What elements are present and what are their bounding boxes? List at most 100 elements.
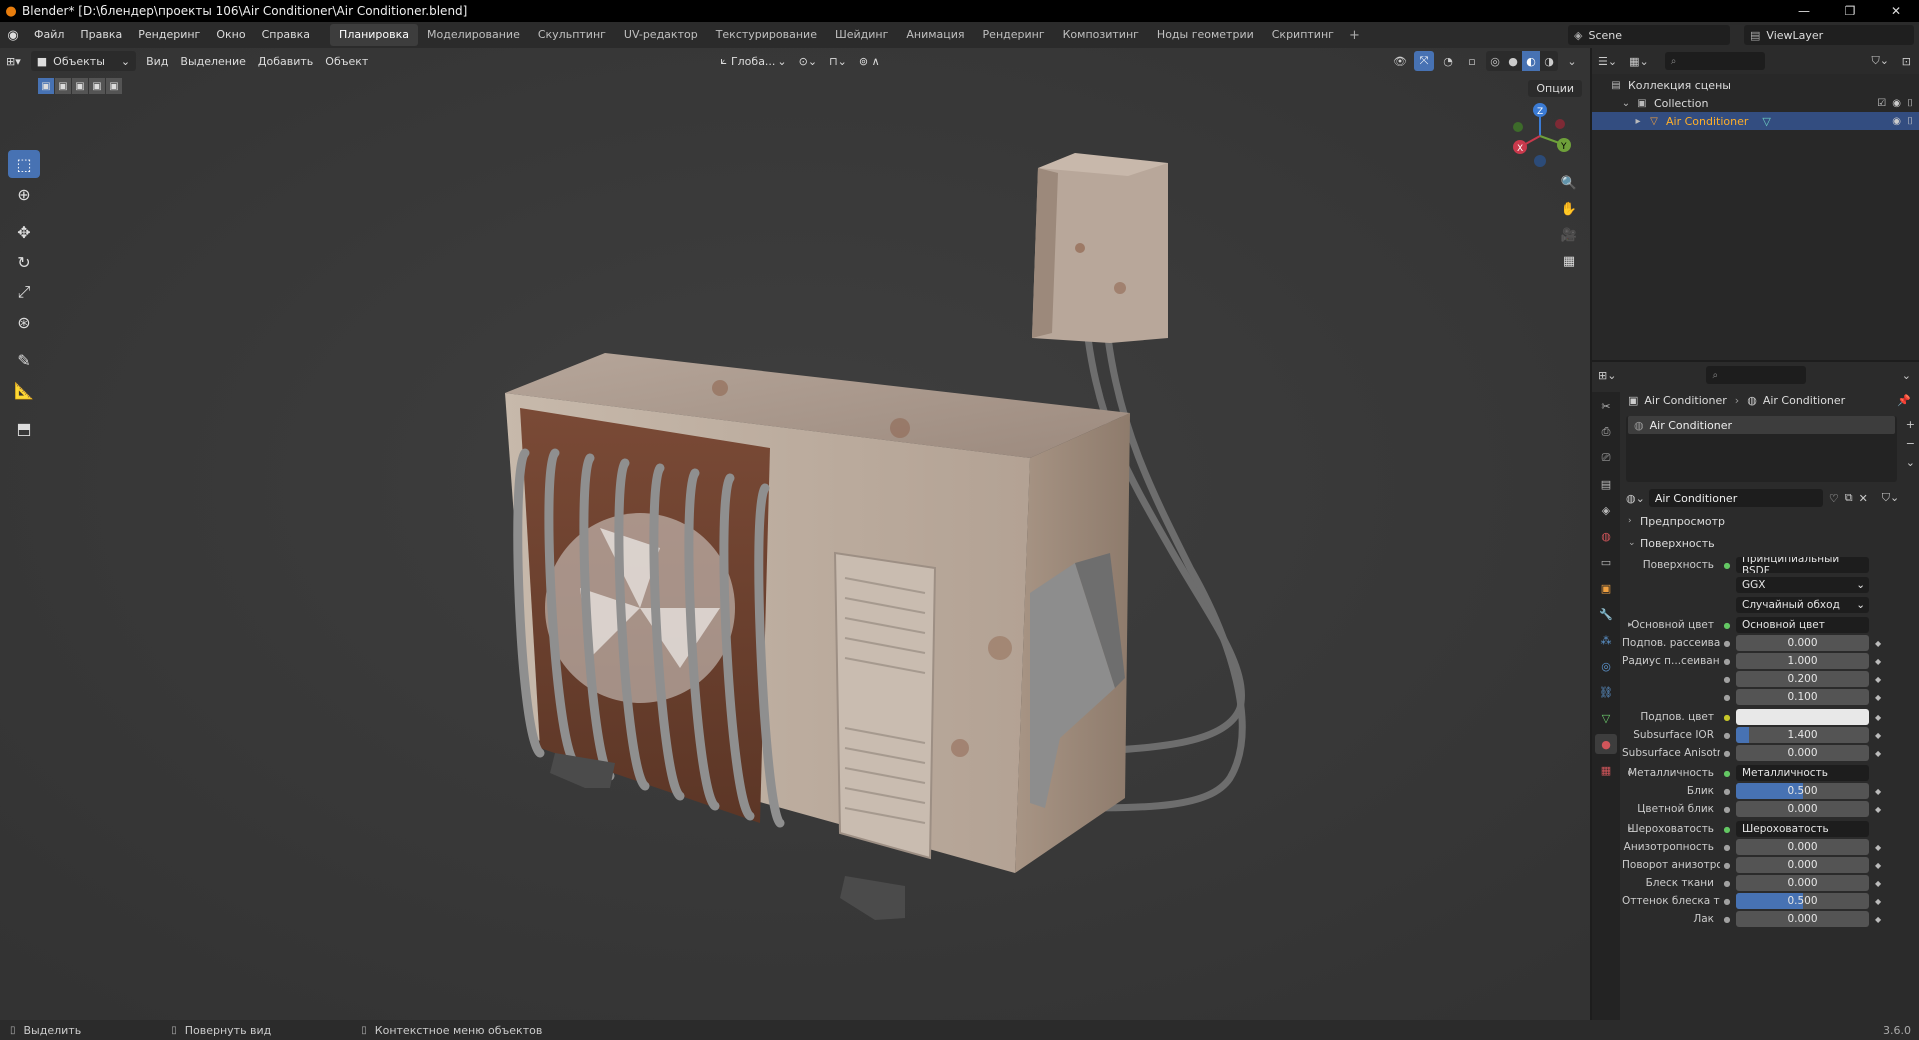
menu-file[interactable]: Файл [26,22,72,48]
property-dropdown[interactable]: Случайный обход ⌄ [1736,597,1869,613]
keyframe-icon[interactable]: ◆ [1875,731,1881,740]
scene-selector[interactable]: ◈ Scene [1568,25,1730,45]
socket-icon[interactable]: ● [1722,620,1732,630]
pivot-point-button[interactable]: ⊙⌄ [793,51,823,71]
surface-section-header[interactable]: ⌄ Поверхность [1622,532,1919,554]
property-dropdown[interactable]: GGX ⌄ [1736,577,1869,593]
select-new-icon[interactable]: ▣ [38,78,54,94]
visibility-icon[interactable]: 👁 [1390,51,1410,71]
gizmo-neg-x[interactable] [1555,119,1565,129]
proportional-edit-button[interactable]: ⊚ ∧ [853,51,886,71]
gizmo-neg-y[interactable] [1513,122,1523,132]
socket-icon[interactable]: ● [1722,914,1732,924]
outliner-row[interactable]: ▤ Коллекция сцены [1592,76,1919,94]
property-field[interactable]: 0.000 [1736,635,1869,651]
modifier-tab-icon[interactable]: 🔧 [1595,604,1617,624]
tab-sculpting[interactable]: Скульптинг [529,24,615,46]
keyframe-icon[interactable]: ◆ [1875,693,1881,702]
menu-render[interactable]: Рендеринг [130,22,208,48]
filter-icon[interactable]: ⛉⌄ [1872,54,1889,68]
display-mode-icon[interactable]: ▦⌄ [1629,55,1649,68]
expand-arrow-icon[interactable]: ▸ [1628,824,1633,834]
socket-icon[interactable]: ● [1722,878,1732,888]
keyframe-icon[interactable]: ◆ [1875,843,1881,852]
property-field[interactable]: 0.000 [1736,875,1869,891]
pan-hand-icon[interactable]: ✋ [1558,198,1580,220]
property-field[interactable]: 0.000 [1736,911,1869,927]
outliner-row[interactable]: ⌄ ▣ Collection ☑ ◉ ⌷ [1592,94,1919,112]
socket-icon[interactable]: ● [1722,692,1732,702]
add-slot-icon[interactable]: + [1906,418,1915,431]
socket-icon[interactable]: ● [1722,748,1732,758]
material-name-field[interactable]: Air Conditioner [1648,489,1823,507]
camera-icon[interactable]: ⌷ [1907,116,1913,127]
tab-rendering[interactable]: Рендеринг [974,24,1054,46]
node-tree-icon[interactable]: ⛉⌄ [1882,491,1899,505]
duplicate-material-icon[interactable]: ⧉ [1845,491,1853,505]
select-box-tool-icon[interactable]: ⬚ [8,150,40,178]
tab-uv-editing[interactable]: UV-редактор [615,24,707,46]
expand-arrow-icon[interactable]: ▸ [1630,116,1646,127]
add-workspace-button[interactable]: + [1343,28,1366,43]
socket-icon[interactable]: ● [1722,786,1732,796]
expand-arrow-icon[interactable]: ▸ [1628,620,1633,630]
tab-modeling[interactable]: Моделирование [418,24,529,46]
overlay-toggle-icon[interactable]: ◔ [1438,51,1458,71]
material-preview-shading-icon[interactable]: ◐ [1522,51,1540,71]
minimize-button[interactable]: — [1781,0,1827,22]
tab-animation[interactable]: Анимация [897,24,973,46]
socket-icon[interactable]: ● [1722,730,1732,740]
material-tab-icon[interactable]: ● [1595,734,1617,754]
xray-toggle-icon[interactable]: ▫ [1462,51,1482,71]
keyframe-icon[interactable]: ◆ [1875,915,1881,924]
tab-geometry-nodes[interactable]: Ноды геометрии [1148,24,1263,46]
checkbox-icon[interactable]: ☑ [1877,98,1886,109]
browse-material-icon[interactable]: ◍⌄ [1626,492,1645,505]
property-field[interactable]: Основной цвет [1736,617,1869,633]
snap-button[interactable]: ⊓⌄ [823,51,853,71]
camera-view-icon[interactable]: 🎥 [1558,224,1580,246]
move-tool-icon[interactable]: ✥ [8,218,40,246]
editor-type-icon[interactable]: ⊞⌄ [1598,369,1616,382]
property-field[interactable]: 0.200 [1736,671,1869,687]
pin-icon[interactable]: 📌 [1897,394,1911,407]
socket-icon[interactable]: ● [1722,560,1732,570]
socket-icon[interactable]: ● [1722,896,1732,906]
blender-menu-icon[interactable]: ◉ [0,22,26,48]
unlink-material-icon[interactable]: ✕ [1859,492,1868,505]
menu-help[interactable]: Справка [254,22,318,48]
constraints-tab-icon[interactable]: ⛓ [1595,682,1617,702]
socket-icon[interactable]: ● [1722,860,1732,870]
select-subtract-icon[interactable]: ▣ [72,78,88,94]
menu-window[interactable]: Окно [208,22,253,48]
fake-user-icon[interactable]: ♡ [1829,492,1839,505]
select-intersect-icon[interactable]: ▣ [106,78,122,94]
measure-tool-icon[interactable]: 📐 [8,376,40,404]
keyframe-icon[interactable]: ◆ [1875,879,1881,888]
keyframe-icon[interactable]: ◆ [1875,657,1881,666]
keyframe-icon[interactable]: ◆ [1875,749,1881,758]
object-tab-icon[interactable]: ▣ [1595,578,1617,598]
socket-icon[interactable]: ● [1722,674,1732,684]
output-tab-icon[interactable]: ⎚ [1595,448,1617,468]
eye-icon[interactable]: ◉ [1892,98,1901,109]
eye-icon[interactable]: ◉ [1892,116,1901,127]
property-field[interactable]: 0.000 [1736,839,1869,855]
camera-icon[interactable]: ⌷ [1907,98,1913,109]
view-layer-tab-icon[interactable]: ▤ [1595,474,1617,494]
socket-icon[interactable]: ● [1722,656,1732,666]
property-field[interactable]: 0.500 [1736,783,1869,799]
property-field[interactable]: 0.500 [1736,893,1869,909]
collection-tab-icon[interactable]: ▭ [1595,552,1617,572]
editor-type-icon[interactable]: ☰⌄ [1598,55,1617,68]
keyframe-icon[interactable]: ◆ [1875,805,1881,814]
gizmo-neg-z[interactable] [1534,155,1546,167]
socket-icon[interactable]: ● [1722,638,1732,648]
outliner-search-input[interactable]: ⌕ [1664,52,1765,70]
tab-shading[interactable]: Шейдинг [826,24,897,46]
keyframe-icon[interactable]: ◆ [1875,713,1881,722]
property-field[interactable]: 0.000 [1736,745,1869,761]
keyframe-icon[interactable]: ◆ [1875,861,1881,870]
material-slot[interactable]: ◍ Air Conditioner [1628,416,1895,434]
remove-slot-icon[interactable]: − [1906,437,1915,450]
